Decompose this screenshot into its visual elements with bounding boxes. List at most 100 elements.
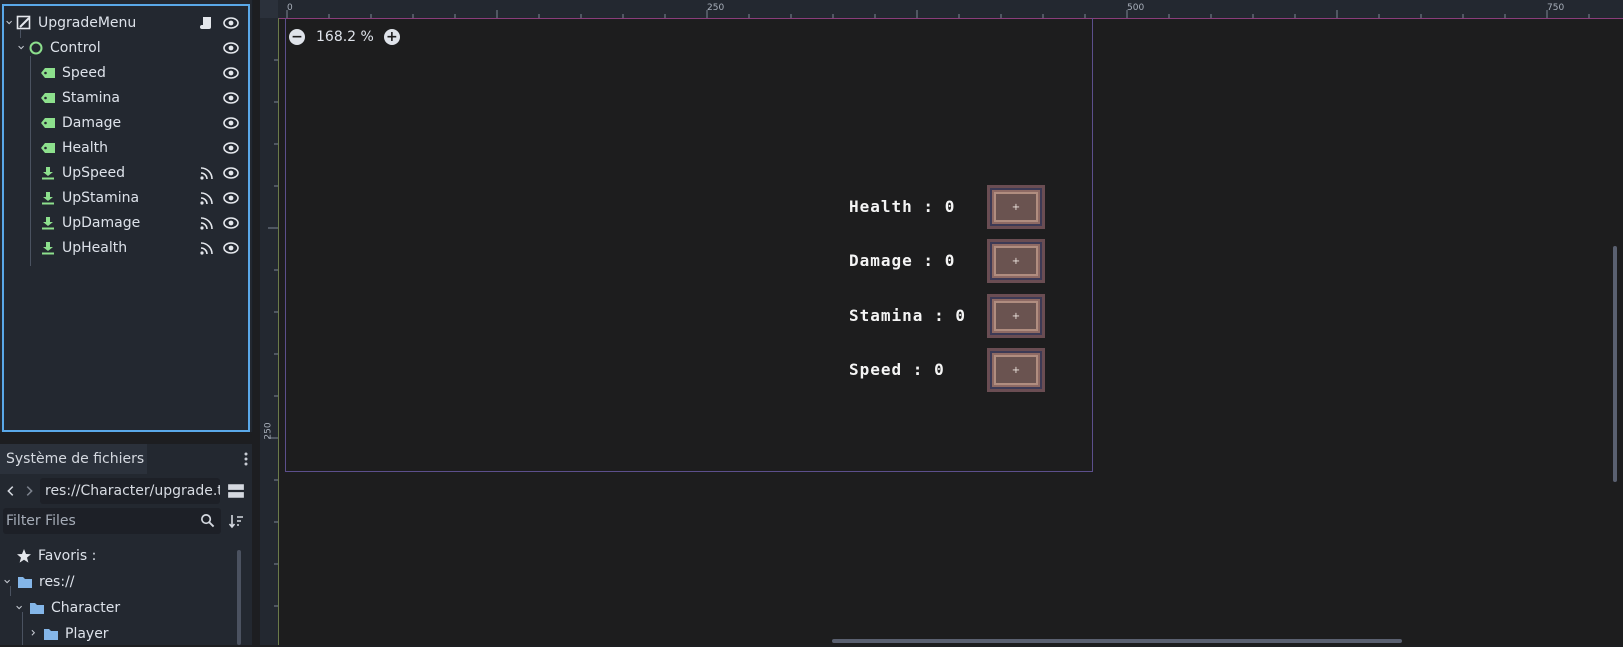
favorites-label: Favoris : <box>38 548 97 564</box>
button-node-icon <box>42 192 54 205</box>
fs-scrollbar[interactable] <box>237 550 241 645</box>
eye-icon[interactable] <box>223 15 239 31</box>
chevron-down-icon[interactable] <box>16 600 26 616</box>
canvas-frame <box>285 18 1093 472</box>
label-node-icon <box>41 118 55 128</box>
fs-item-player[interactable]: Player <box>30 621 109 647</box>
signal-icon[interactable] <box>199 190 215 206</box>
chevron-down-icon[interactable] <box>4 574 14 590</box>
button-plus: + <box>994 246 1038 276</box>
tree-row-control[interactable]: Control <box>18 35 242 61</box>
button-plus: + <box>994 301 1038 331</box>
tab-filesystem[interactable]: Système de fichiers <box>0 444 147 474</box>
eye-icon[interactable] <box>223 190 239 206</box>
tree-label: UpDamage <box>62 215 141 231</box>
tree-row-upgrademenu[interactable]: UpgradeMenu <box>6 10 242 36</box>
up-health-button[interactable]: + <box>987 185 1045 229</box>
up-stamina-button[interactable]: + <box>987 294 1045 338</box>
eye-icon[interactable] <box>223 240 239 256</box>
control-node-icon <box>16 15 31 30</box>
favorites-row[interactable]: Favoris : <box>16 543 96 569</box>
zoom-out-button[interactable]: − <box>289 29 305 45</box>
chevron-down-icon[interactable] <box>6 15 16 31</box>
eye-icon[interactable] <box>223 90 239 106</box>
tree-row-upstamina[interactable]: UpStamina <box>40 185 242 211</box>
filesystem-path-field[interactable]: res://Character/upgrade.t <box>40 478 220 504</box>
up-damage-button[interactable]: + <box>987 239 1045 283</box>
tree-label: Damage <box>62 115 122 131</box>
tree-row-uphealth[interactable]: UpHealth <box>40 235 242 261</box>
ruler-label: 250 <box>707 3 725 13</box>
horizontal-scrollbar[interactable] <box>832 639 1402 643</box>
ruler-corner <box>260 0 278 18</box>
star-icon <box>17 549 31 563</box>
up-speed-button[interactable]: + <box>987 348 1045 392</box>
folder-icon <box>44 629 58 640</box>
filter-files-input[interactable]: Filter Files <box>3 508 221 534</box>
ruler-ticks-vertical <box>268 59 278 607</box>
filter-placeholder: Filter Files <box>6 513 76 529</box>
signal-icon[interactable] <box>199 165 215 181</box>
eye-icon[interactable] <box>223 165 239 181</box>
tree-row-damage[interactable]: Damage <box>40 110 242 136</box>
forward-arrow-icon[interactable] <box>22 482 36 500</box>
ruler-ticks <box>286 10 1590 18</box>
chevron-down-icon[interactable] <box>18 40 28 56</box>
split-view-icon[interactable] <box>227 482 245 500</box>
control-circle-icon <box>29 41 43 55</box>
folder-icon <box>18 577 32 588</box>
zoom-level[interactable]: 168.2 % <box>316 29 374 45</box>
ruler-left: 250 <box>260 18 279 645</box>
tree-row-updamage[interactable]: UpDamage <box>40 210 242 236</box>
tree-label: Speed <box>62 65 106 81</box>
chevron-right-icon[interactable] <box>30 626 40 642</box>
damage-label: Damage : 0 <box>849 251 956 270</box>
eye-icon[interactable] <box>223 215 239 231</box>
tree-row-health[interactable]: Health <box>40 135 242 161</box>
signal-icon[interactable] <box>199 215 215 231</box>
stamina-label: Stamina : 0 <box>849 306 966 325</box>
label-node-icon <box>41 93 55 103</box>
script-icon[interactable] <box>199 15 215 31</box>
tree-row-stamina[interactable]: Stamina <box>40 85 242 111</box>
ruler-label: 500 <box>1127 3 1145 13</box>
eye-icon[interactable] <box>223 140 239 156</box>
ruler-top: 0 250 500 750 <box>260 0 1623 19</box>
button-plus: + <box>994 355 1038 385</box>
folder-icon <box>30 603 44 614</box>
tree-guide <box>22 612 23 645</box>
tree-label: Health <box>62 140 108 156</box>
tree-label: UpHealth <box>62 240 128 256</box>
tree-label: UpgradeMenu <box>38 15 137 31</box>
signal-icon[interactable] <box>199 240 215 256</box>
menu-dots-icon[interactable] <box>238 450 254 468</box>
sort-icon[interactable] <box>228 512 244 530</box>
ruler-label: 0 <box>287 3 293 13</box>
fs-item-label: Character <box>51 600 121 616</box>
label-node-icon <box>41 68 55 78</box>
search-icon <box>201 514 215 528</box>
vertical-scrollbar[interactable] <box>1613 246 1617 482</box>
scene-tree-panel[interactable]: UpgradeMenu Control Speed Stamina Damage… <box>2 4 250 432</box>
zoom-in-button[interactable]: + <box>383 29 400 45</box>
tree-label: Control <box>50 40 101 56</box>
button-node-icon <box>42 217 54 230</box>
ruler-label: 750 <box>1547 3 1565 13</box>
fs-item-res[interactable]: res:// <box>4 569 75 595</box>
eye-icon[interactable] <box>223 65 239 81</box>
ruler-label: 250 <box>263 422 274 440</box>
button-node-icon <box>42 242 54 255</box>
tree-label: Stamina <box>62 90 120 106</box>
zoom-controls: − 168.2 % + <box>289 27 400 47</box>
health-label: Health : 0 <box>849 197 956 216</box>
label-node-icon <box>41 143 55 153</box>
eye-icon[interactable] <box>223 40 239 56</box>
fs-item-character[interactable]: Character <box>16 595 120 621</box>
tree-guide <box>30 56 31 266</box>
tree-row-upspeed[interactable]: UpSpeed <box>40 160 242 186</box>
tree-label: UpStamina <box>62 190 140 206</box>
tree-guide <box>10 586 11 596</box>
tree-row-speed[interactable]: Speed <box>40 60 242 86</box>
eye-icon[interactable] <box>223 115 239 131</box>
back-arrow-icon[interactable] <box>4 482 18 500</box>
